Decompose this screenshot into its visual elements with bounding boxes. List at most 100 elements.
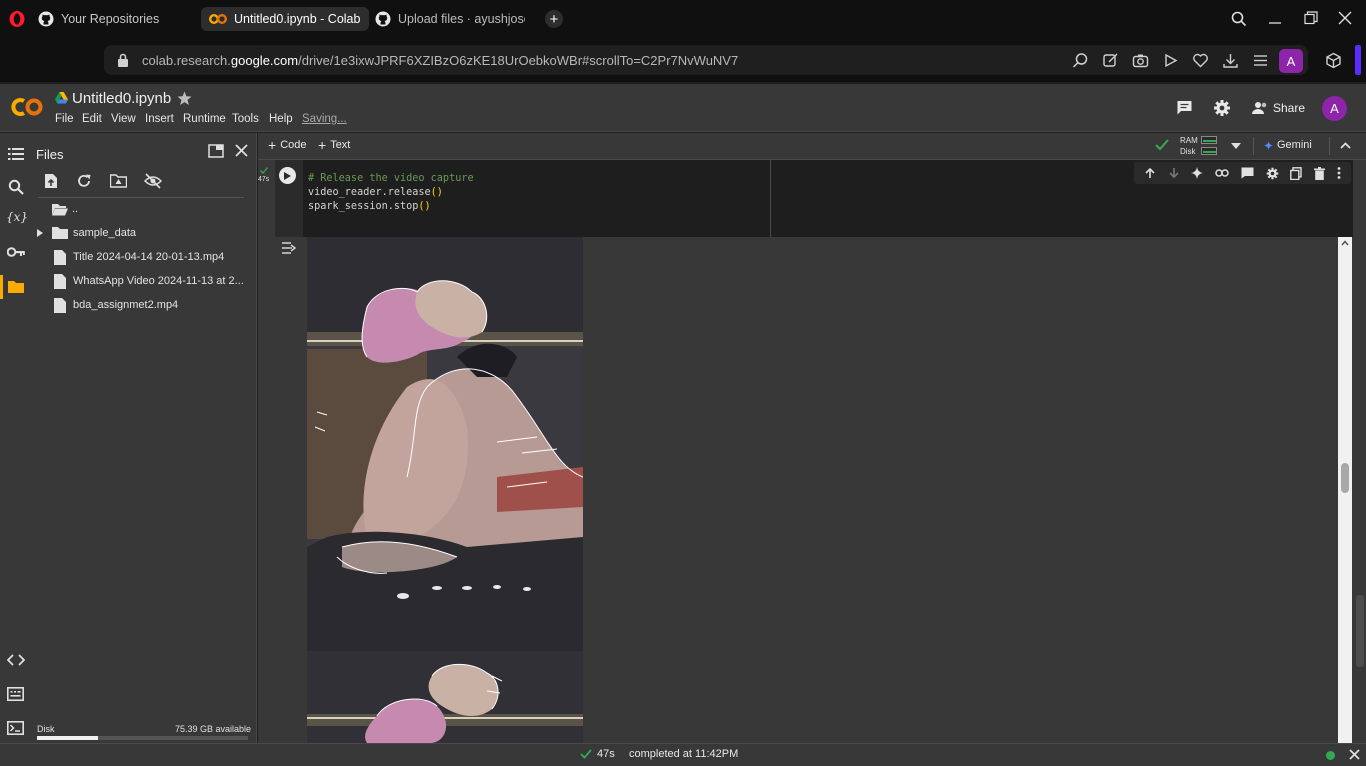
opera-logo-icon[interactable] bbox=[8, 10, 26, 28]
minimize-icon[interactable] bbox=[1268, 10, 1282, 28]
secrets-key-icon[interactable] bbox=[7, 246, 25, 258]
share-button[interactable]: Share bbox=[1273, 101, 1305, 115]
status-bar: 47s completed at 11:42PM bbox=[0, 743, 1366, 766]
player-icon[interactable] bbox=[1162, 52, 1179, 69]
tab-label: Untitled0.ipynb - Colab bbox=[234, 12, 361, 26]
variables-icon[interactable]: {x} bbox=[6, 210, 28, 224]
url-text[interactable]: colab.research.google.com/drive/1e3ixwJP… bbox=[142, 53, 738, 68]
gemini-button[interactable]: Gemini bbox=[1264, 139, 1312, 151]
heart-icon[interactable] bbox=[1192, 52, 1209, 69]
link-icon[interactable] bbox=[1215, 169, 1229, 177]
file-item-mp4[interactable]: bda_assignmet2.mp4 bbox=[54, 294, 178, 316]
new-tab-plus-icon[interactable]: + bbox=[545, 10, 563, 28]
resources-indicator[interactable]: RAM Disk bbox=[1180, 135, 1198, 157]
browser-tab-bar: Your Repositories Untitled0.ipynb - Cola… bbox=[0, 0, 1366, 38]
exec-time: 47s bbox=[258, 176, 270, 183]
star-icon[interactable] bbox=[177, 91, 192, 106]
add-code-label: Code bbox=[280, 139, 307, 151]
file-item-mp4[interactable]: Title 2024-04-14 20-01-13.mp4 bbox=[54, 246, 224, 268]
file-name: Title 2024-04-14 20-01-13.mp4 bbox=[73, 251, 225, 263]
more-options-icon[interactable] bbox=[1337, 167, 1341, 179]
tab-colab-notebook[interactable]: Untitled0.ipynb - Colab bbox=[201, 7, 369, 31]
connected-check-icon[interactable] bbox=[1155, 139, 1169, 151]
file-item-parent[interactable]: .. bbox=[52, 198, 78, 220]
menu-help[interactable]: Help bbox=[269, 113, 293, 125]
code-line[interactable]: video_reader.release() bbox=[308, 187, 443, 198]
restore-window-icon[interactable] bbox=[1304, 11, 1318, 25]
colab-logo-icon[interactable] bbox=[10, 96, 44, 118]
comment-icon[interactable] bbox=[1176, 99, 1193, 116]
menu-edit[interactable]: Edit bbox=[82, 113, 102, 125]
output-scroll-thumb[interactable] bbox=[1341, 463, 1349, 493]
menu-insert[interactable]: Insert bbox=[145, 113, 174, 125]
edit-share-icon[interactable] bbox=[1102, 52, 1119, 69]
extensions-cube-icon[interactable] bbox=[1325, 52, 1342, 69]
snapshot-camera-icon[interactable] bbox=[1132, 52, 1149, 69]
url-path: /drive/1e3ixwJPRF6XZIBzO6zKE18UrOebkoWBr… bbox=[298, 53, 739, 68]
folder-open-icon bbox=[52, 203, 68, 216]
tab-upload-files[interactable]: Upload files · ayushjoseph bbox=[367, 7, 533, 31]
scroll-up-arrow-icon[interactable] bbox=[1341, 240, 1349, 246]
menu-view[interactable]: View bbox=[111, 113, 136, 125]
code-line[interactable]: spark_session.stop() bbox=[308, 201, 431, 212]
move-cell-down-icon[interactable] bbox=[1168, 167, 1180, 179]
connection-status-dot bbox=[1326, 751, 1335, 760]
collapse-chevron-up-icon[interactable] bbox=[1340, 142, 1351, 149]
user-avatar[interactable]: A bbox=[1322, 96, 1347, 121]
upload-file-icon[interactable] bbox=[44, 173, 58, 189]
mirror-cell-icon[interactable] bbox=[1290, 166, 1303, 180]
close-status-icon[interactable] bbox=[1349, 749, 1360, 760]
run-cell-button[interactable] bbox=[279, 167, 296, 184]
cell-settings-icon[interactable] bbox=[1266, 167, 1279, 180]
code-text: video_reader.release bbox=[308, 187, 431, 198]
gemini-sparkle-icon[interactable] bbox=[1191, 167, 1204, 179]
open-in-tab-icon[interactable] bbox=[208, 144, 224, 158]
close-panel-icon[interactable] bbox=[235, 144, 248, 157]
search-tabs-icon[interactable] bbox=[1230, 10, 1248, 28]
add-text-button[interactable]: + Text bbox=[318, 137, 350, 153]
mount-drive-icon[interactable] bbox=[110, 174, 127, 188]
gemini-label: Gemini bbox=[1277, 139, 1312, 151]
output-toggle-icon[interactable] bbox=[281, 241, 297, 255]
add-code-button[interactable]: + Code bbox=[268, 138, 307, 152]
menu-tools[interactable]: Tools bbox=[232, 113, 259, 125]
page-scroll-thumb[interactable] bbox=[1356, 595, 1364, 667]
output-scrollbar[interactable] bbox=[1338, 237, 1352, 743]
settings-gear-icon[interactable] bbox=[1213, 99, 1231, 117]
delete-trash-icon[interactable] bbox=[1314, 166, 1326, 180]
file-item-mp4[interactable]: WhatsApp Video 2024-11-13 at 2... bbox=[54, 270, 244, 292]
exec-check-icon bbox=[260, 167, 268, 174]
code-snippets-icon[interactable] bbox=[7, 654, 25, 666]
move-cell-up-icon[interactable] bbox=[1144, 167, 1156, 179]
page-search-icon[interactable] bbox=[1072, 52, 1089, 69]
github-icon bbox=[375, 11, 391, 27]
comment-icon[interactable] bbox=[1241, 167, 1254, 179]
search-icon[interactable] bbox=[8, 179, 24, 195]
menu-runtime[interactable]: Runtime bbox=[183, 113, 226, 125]
hide-files-eye-icon[interactable] bbox=[144, 173, 162, 189]
colab-icon bbox=[209, 13, 227, 25]
cell-gutter: 47s bbox=[258, 160, 303, 237]
browser-profile-avatar[interactable]: A bbox=[1279, 49, 1303, 73]
files-folder-icon[interactable] bbox=[8, 280, 24, 294]
command-palette-icon[interactable] bbox=[7, 687, 24, 701]
close-window-icon[interactable] bbox=[1338, 11, 1352, 25]
terminal-icon[interactable] bbox=[7, 721, 24, 735]
code-line-comment[interactable]: # Release the video capture bbox=[308, 173, 474, 184]
chevron-down-icon[interactable] bbox=[1231, 143, 1241, 149]
menu-file[interactable]: File bbox=[55, 113, 74, 125]
download-icon[interactable] bbox=[1222, 52, 1239, 69]
lock-icon[interactable] bbox=[116, 52, 130, 68]
plus-icon: + bbox=[318, 137, 327, 153]
easy-setup-menu-icon[interactable] bbox=[1252, 52, 1269, 69]
file-item-sample-data[interactable]: sample_data bbox=[36, 222, 136, 244]
code-divider bbox=[770, 160, 771, 237]
table-of-contents-icon[interactable] bbox=[8, 147, 24, 161]
refresh-icon[interactable] bbox=[76, 173, 92, 189]
expand-arrow-icon[interactable] bbox=[36, 229, 44, 237]
notebook-title[interactable]: Untitled0.ipynb bbox=[72, 90, 171, 107]
share-people-icon[interactable] bbox=[1252, 101, 1268, 114]
github-icon bbox=[38, 11, 54, 27]
tab-your-repositories[interactable]: Your Repositories bbox=[30, 7, 195, 31]
code-text: spark_session.stop bbox=[308, 201, 419, 212]
